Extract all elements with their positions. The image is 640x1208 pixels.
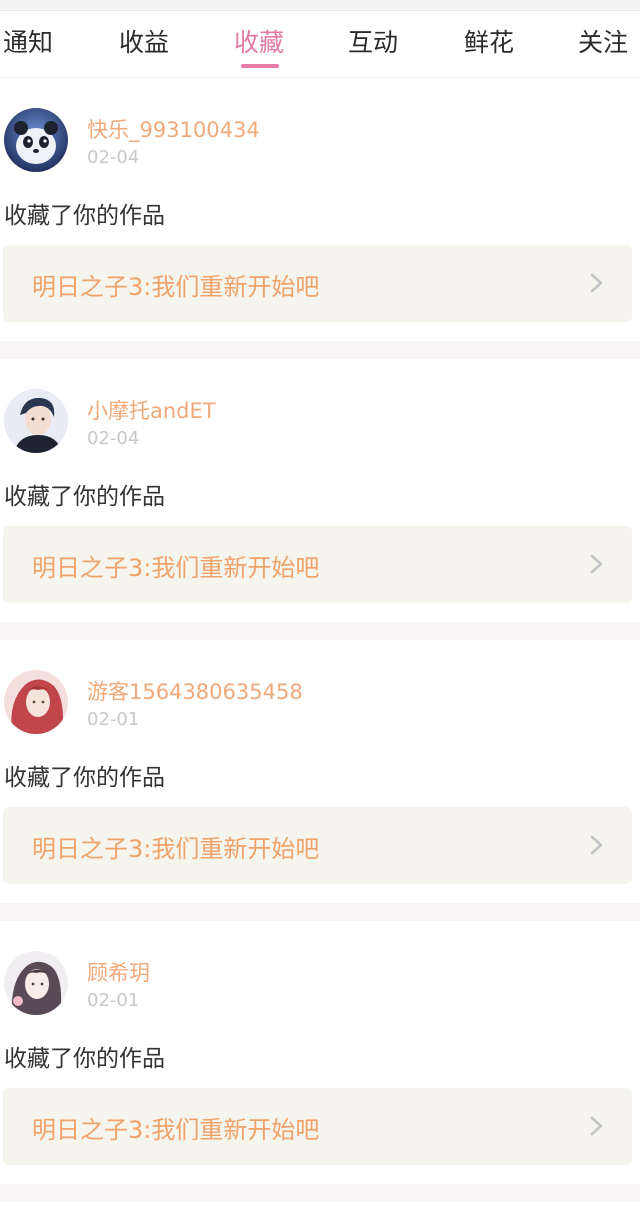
divider	[0, 903, 640, 921]
work-title: 明日之子3:我们重新开始吧	[32, 554, 320, 582]
divider	[0, 341, 640, 359]
avatar[interactable]	[4, 670, 68, 734]
action-text: 收藏了你的作品	[4, 765, 165, 791]
boy-portrait-avatar-icon	[4, 389, 68, 453]
panda-avatar-icon	[4, 108, 68, 172]
username[interactable]: 顾希玥	[87, 957, 150, 987]
tab-bar: 通知 收益 收藏 互动 鲜花 关注	[0, 11, 640, 78]
favorites-feed: 快乐_993100434 02-04 收藏了你的作品 明日之子3:我们重新开始吧…	[0, 78, 640, 1202]
tab-earnings[interactable]: 收益	[119, 23, 169, 63]
work-link[interactable]: 明日之子3:我们重新开始吧	[3, 1088, 632, 1165]
timestamp: 02-01	[87, 709, 140, 730]
status-bar-divider	[0, 0, 640, 11]
list-item: 顾希玥 02-01 收藏了你的作品 明日之子3:我们重新开始吧	[0, 921, 640, 1184]
red-hair-girl-avatar-icon	[4, 670, 68, 734]
timestamp: 02-01	[87, 990, 140, 1011]
work-title: 明日之子3:我们重新开始吧	[32, 273, 320, 301]
list-item: 快乐_993100434 02-04 收藏了你的作品 明日之子3:我们重新开始吧	[0, 78, 640, 341]
username[interactable]: 快乐_993100434	[87, 114, 260, 144]
action-text: 收藏了你的作品	[4, 203, 165, 229]
avatar[interactable]	[4, 389, 68, 453]
tab-follows[interactable]: 关注	[578, 23, 628, 63]
chevron-right-icon	[590, 273, 603, 293]
active-tab-indicator	[241, 64, 279, 68]
list-item: 小摩托andET 02-04 收藏了你的作品 明日之子3:我们重新开始吧	[0, 359, 640, 622]
tab-notifications[interactable]: 通知	[3, 23, 53, 63]
chevron-right-icon	[590, 1116, 603, 1136]
action-text: 收藏了你的作品	[4, 484, 165, 510]
username[interactable]: 小摩托andET	[87, 395, 216, 425]
tab-favorites[interactable]: 收藏	[234, 23, 284, 63]
work-link[interactable]: 明日之子3:我们重新开始吧	[3, 807, 632, 884]
tab-interactions[interactable]: 互动	[348, 23, 398, 63]
divider	[0, 622, 640, 640]
girl-portrait-avatar-icon	[4, 951, 68, 1015]
avatar[interactable]	[4, 108, 68, 172]
chevron-right-icon	[590, 835, 603, 855]
chevron-right-icon	[590, 554, 603, 574]
tab-flowers[interactable]: 鲜花	[464, 23, 514, 63]
work-link[interactable]: 明日之子3:我们重新开始吧	[3, 526, 632, 603]
list-item: 游客1564380635458 02-01 收藏了你的作品 明日之子3:我们重新…	[0, 640, 640, 903]
action-text: 收藏了你的作品	[4, 1046, 165, 1072]
timestamp: 02-04	[87, 428, 140, 449]
timestamp: 02-04	[87, 147, 140, 168]
work-link[interactable]: 明日之子3:我们重新开始吧	[3, 245, 632, 322]
avatar[interactable]	[4, 951, 68, 1015]
work-title: 明日之子3:我们重新开始吧	[32, 1116, 320, 1144]
divider	[0, 1184, 640, 1202]
work-title: 明日之子3:我们重新开始吧	[32, 835, 320, 863]
username[interactable]: 游客1564380635458	[87, 676, 303, 706]
